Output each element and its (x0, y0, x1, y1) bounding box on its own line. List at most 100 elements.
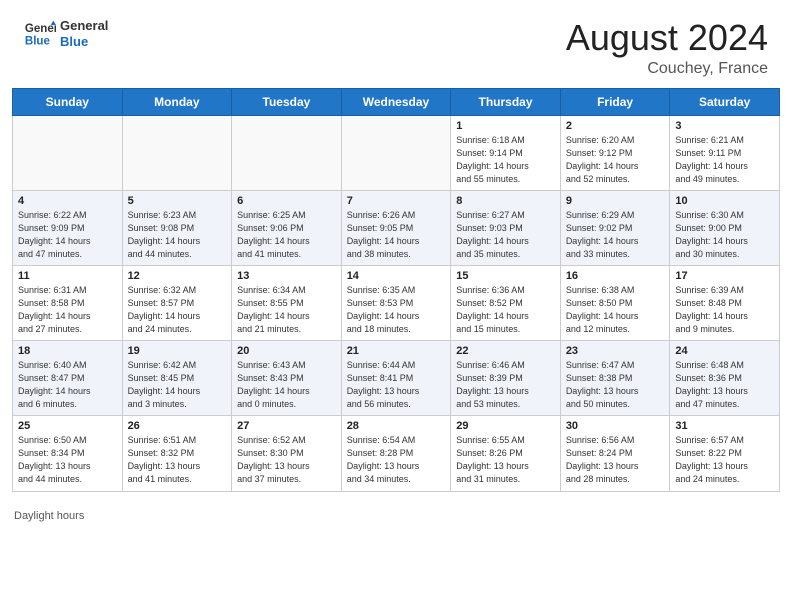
col-header-thursday: Thursday (451, 88, 561, 115)
calendar-cell: 23 Sunrise: 6:47 AM Sunset: 8:38 PM Dayli… (560, 341, 670, 416)
day-detail: Sunrise: 6:46 AM Sunset: 8:39 PM Dayligh… (456, 359, 555, 411)
calendar-cell: 13Sunrise: 6:34 AM Sunset: 8:55 PM Dayli… (232, 265, 342, 340)
col-header-sunday: Sunday (13, 88, 123, 115)
col-header-wednesday: Wednesday (341, 88, 451, 115)
col-header-saturday: Saturday (670, 88, 780, 115)
day-number: 6 (237, 195, 336, 207)
day-number: 19 (128, 345, 227, 357)
day-number: 25 (18, 420, 117, 432)
day-detail: Sunrise: 6:47 AM Sunset: 8:38 PM Dayligh… (566, 359, 665, 411)
day-number: 20 (237, 345, 336, 357)
day-number: 22 (456, 345, 555, 357)
day-number: 17 (675, 270, 774, 282)
day-detail: Sunrise: 6:18 AM Sunset: 9:14 PM Dayligh… (456, 134, 555, 186)
day-number: 1 (456, 120, 555, 132)
day-detail: Sunrise: 6:56 AM Sunset: 8:24 PM Dayligh… (566, 434, 665, 486)
calendar-cell: 12Sunrise: 6:32 AM Sunset: 8:57 PM Dayli… (122, 265, 232, 340)
day-detail: Sunrise: 6:30 AM Sunset: 9:00 PM Dayligh… (675, 209, 774, 261)
day-number: 16 (566, 270, 665, 282)
col-header-monday: Monday (122, 88, 232, 115)
calendar-cell: 25Sunrise: 6:50 AM Sunset: 8:34 PM Dayli… (13, 416, 123, 491)
calendar-header-row: SundayMondayTuesdayWednesdayThursdayFrid… (13, 88, 780, 115)
calendar-cell: 6 Sunrise: 6:25 AM Sunset: 9:06 PM Daylig… (232, 190, 342, 265)
day-detail: Sunrise: 6:55 AM Sunset: 8:26 PM Dayligh… (456, 434, 555, 486)
day-detail: Sunrise: 6:36 AM Sunset: 8:52 PM Dayligh… (456, 284, 555, 336)
footer-note: Daylight hours (0, 506, 792, 522)
day-number: 5 (128, 195, 227, 207)
day-number: 31 (675, 420, 774, 432)
day-number: 29 (456, 420, 555, 432)
day-number: 24 (675, 345, 774, 357)
day-number: 21 (347, 345, 446, 357)
day-detail: Sunrise: 6:23 AM Sunset: 9:08 PM Dayligh… (128, 209, 227, 261)
day-detail: Sunrise: 6:57 AM Sunset: 8:22 PM Dayligh… (675, 434, 774, 486)
calendar-cell: 20 Sunrise: 6:43 AM Sunset: 8:43 PM Dayli… (232, 341, 342, 416)
day-number: 12 (128, 270, 227, 282)
day-detail: Sunrise: 6:38 AM Sunset: 8:50 PM Dayligh… (566, 284, 665, 336)
day-detail: Sunrise: 6:29 AM Sunset: 9:02 PM Dayligh… (566, 209, 665, 261)
day-detail: Sunrise: 6:25 AM Sunset: 9:06 PM Dayligh… (237, 209, 336, 261)
day-number: 18 (18, 345, 117, 357)
day-number: 8 (456, 195, 555, 207)
day-detail: Sunrise: 6:42 AM Sunset: 8:45 PM Dayligh… (128, 359, 227, 411)
day-number: 3 (675, 120, 774, 132)
calendar-cell: 21 Sunrise: 6:44 AM Sunset: 8:41 PM Dayli… (341, 341, 451, 416)
calendar-cell: 1 Sunrise: 6:18 AM Sunset: 9:14 PM Daylig… (451, 115, 561, 190)
day-detail: Sunrise: 6:51 AM Sunset: 8:32 PM Dayligh… (128, 434, 227, 486)
day-detail: Sunrise: 6:44 AM Sunset: 8:41 PM Dayligh… (347, 359, 446, 411)
calendar-cell: 5 Sunrise: 6:23 AM Sunset: 9:08 PM Daylig… (122, 190, 232, 265)
day-number: 10 (675, 195, 774, 207)
calendar-table: SundayMondayTuesdayWednesdayThursdayFrid… (12, 88, 780, 492)
calendar-cell: 16 Sunrise: 6:38 AM Sunset: 8:50 PM Dayli… (560, 265, 670, 340)
day-detail: Sunrise: 6:54 AM Sunset: 8:28 PM Dayligh… (347, 434, 446, 486)
calendar-container: SundayMondayTuesdayWednesdayThursdayFrid… (0, 88, 792, 506)
day-detail: Sunrise: 6:31 AM Sunset: 8:58 PM Dayligh… (18, 284, 117, 336)
day-detail: Sunrise: 6:20 AM Sunset: 9:12 PM Dayligh… (566, 134, 665, 186)
col-header-tuesday: Tuesday (232, 88, 342, 115)
calendar-cell: 2 Sunrise: 6:20 AM Sunset: 9:12 PM Daylig… (560, 115, 670, 190)
calendar-cell: 10 Sunrise: 6:30 AM Sunset: 9:00 PM Dayli… (670, 190, 780, 265)
day-detail: Sunrise: 6:26 AM Sunset: 9:05 PM Dayligh… (347, 209, 446, 261)
day-number: 2 (566, 120, 665, 132)
calendar-cell (232, 115, 342, 190)
calendar-cell: 17Sunrise: 6:39 AM Sunset: 8:48 PM Dayli… (670, 265, 780, 340)
day-number: 13 (237, 270, 336, 282)
page-header: General Blue General Blue August 2024 Co… (0, 0, 792, 88)
day-detail: Sunrise: 6:21 AM Sunset: 9:11 PM Dayligh… (675, 134, 774, 186)
day-number: 15 (456, 270, 555, 282)
calendar-cell: 19 Sunrise: 6:42 AM Sunset: 8:45 PM Dayli… (122, 341, 232, 416)
day-number: 9 (566, 195, 665, 207)
day-number: 23 (566, 345, 665, 357)
calendar-cell: 26Sunrise: 6:51 AM Sunset: 8:32 PM Dayli… (122, 416, 232, 491)
calendar-cell: 7Sunrise: 6:26 AM Sunset: 9:05 PM Daylig… (341, 190, 451, 265)
day-detail: Sunrise: 6:22 AM Sunset: 9:09 PM Dayligh… (18, 209, 117, 261)
calendar-cell: 27Sunrise: 6:52 AM Sunset: 8:30 PM Dayli… (232, 416, 342, 491)
day-detail: Sunrise: 6:40 AM Sunset: 8:47 PM Dayligh… (18, 359, 117, 411)
logo: General Blue General Blue (24, 18, 108, 50)
calendar-cell: 14 Sunrise: 6:35 AM Sunset: 8:53 PM Dayli… (341, 265, 451, 340)
calendar-cell: 22 Sunrise: 6:46 AM Sunset: 8:39 PM Dayli… (451, 341, 561, 416)
week-row-4: 25Sunrise: 6:50 AM Sunset: 8:34 PM Dayli… (13, 416, 780, 491)
calendar-cell: 30 Sunrise: 6:56 AM Sunset: 8:24 PM Dayli… (560, 416, 670, 491)
calendar-cell: 11 Sunrise: 6:31 AM Sunset: 8:58 PM Dayli… (13, 265, 123, 340)
logo-blue: Blue (60, 34, 108, 50)
month-year-title: August 2024 (566, 18, 768, 58)
week-row-3: 18 Sunrise: 6:40 AM Sunset: 8:47 PM Dayli… (13, 341, 780, 416)
day-detail: Sunrise: 6:43 AM Sunset: 8:43 PM Dayligh… (237, 359, 336, 411)
calendar-cell: 9 Sunrise: 6:29 AM Sunset: 9:02 PM Daylig… (560, 190, 670, 265)
day-number: 14 (347, 270, 446, 282)
day-number: 11 (18, 270, 117, 282)
calendar-cell: 31 Sunrise: 6:57 AM Sunset: 8:22 PM Dayli… (670, 416, 780, 491)
day-number: 27 (237, 420, 336, 432)
calendar-cell: 4Sunrise: 6:22 AM Sunset: 9:09 PM Daylig… (13, 190, 123, 265)
calendar-cell: 29 Sunrise: 6:55 AM Sunset: 8:26 PM Dayli… (451, 416, 561, 491)
calendar-cell: 24 Sunrise: 6:48 AM Sunset: 8:36 PM Dayli… (670, 341, 780, 416)
day-detail: Sunrise: 6:27 AM Sunset: 9:03 PM Dayligh… (456, 209, 555, 261)
day-number: 30 (566, 420, 665, 432)
calendar-cell (341, 115, 451, 190)
title-block: August 2024 Couchey, France (566, 18, 768, 78)
day-detail: Sunrise: 6:35 AM Sunset: 8:53 PM Dayligh… (347, 284, 446, 336)
week-row-1: 4Sunrise: 6:22 AM Sunset: 9:09 PM Daylig… (13, 190, 780, 265)
day-detail: Sunrise: 6:48 AM Sunset: 8:36 PM Dayligh… (675, 359, 774, 411)
calendar-cell: 3 Sunrise: 6:21 AM Sunset: 9:11 PM Daylig… (670, 115, 780, 190)
